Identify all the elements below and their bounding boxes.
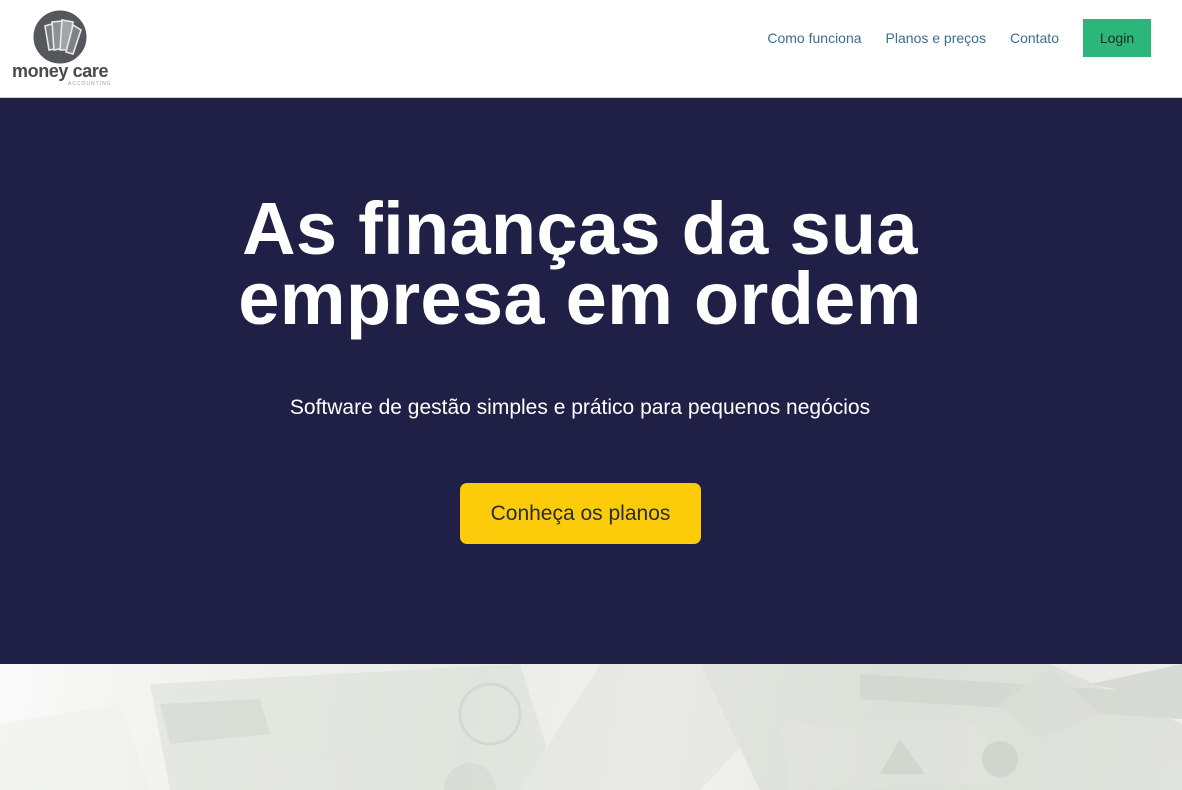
hero-title-line-1: As finanças da sua xyxy=(242,187,918,270)
site-header: money care ACCOUNTING Como funciona Plan… xyxy=(0,0,1182,98)
hero-title: As finanças da sua empresa em ordem xyxy=(0,187,1160,340)
nav-link-como-funciona[interactable]: Como funciona xyxy=(767,30,861,46)
banknotes-illustration xyxy=(0,664,1182,790)
brand-name: money care xyxy=(12,61,109,81)
banknotes-background-image xyxy=(0,664,1182,790)
brand-tagline: ACCOUNTING xyxy=(68,81,112,87)
main-nav: Como funciona Planos e preços Contato Lo… xyxy=(767,19,1151,57)
login-button[interactable]: Login xyxy=(1083,19,1151,57)
nav-link-planos-precos[interactable]: Planos e preços xyxy=(886,30,986,46)
money-logo-icon xyxy=(33,10,87,64)
hero-title-line-2: empresa em ordem xyxy=(238,257,922,340)
nav-link-contato[interactable]: Contato xyxy=(1010,30,1059,46)
hero-subtitle: Software de gestão simples e prático par… xyxy=(289,396,871,419)
brand-logo[interactable]: money care ACCOUNTING xyxy=(10,8,116,90)
hero-section: As finanças da sua empresa em ordem Soft… xyxy=(0,98,1182,664)
see-plans-button[interactable]: Conheça os planos xyxy=(460,483,701,544)
